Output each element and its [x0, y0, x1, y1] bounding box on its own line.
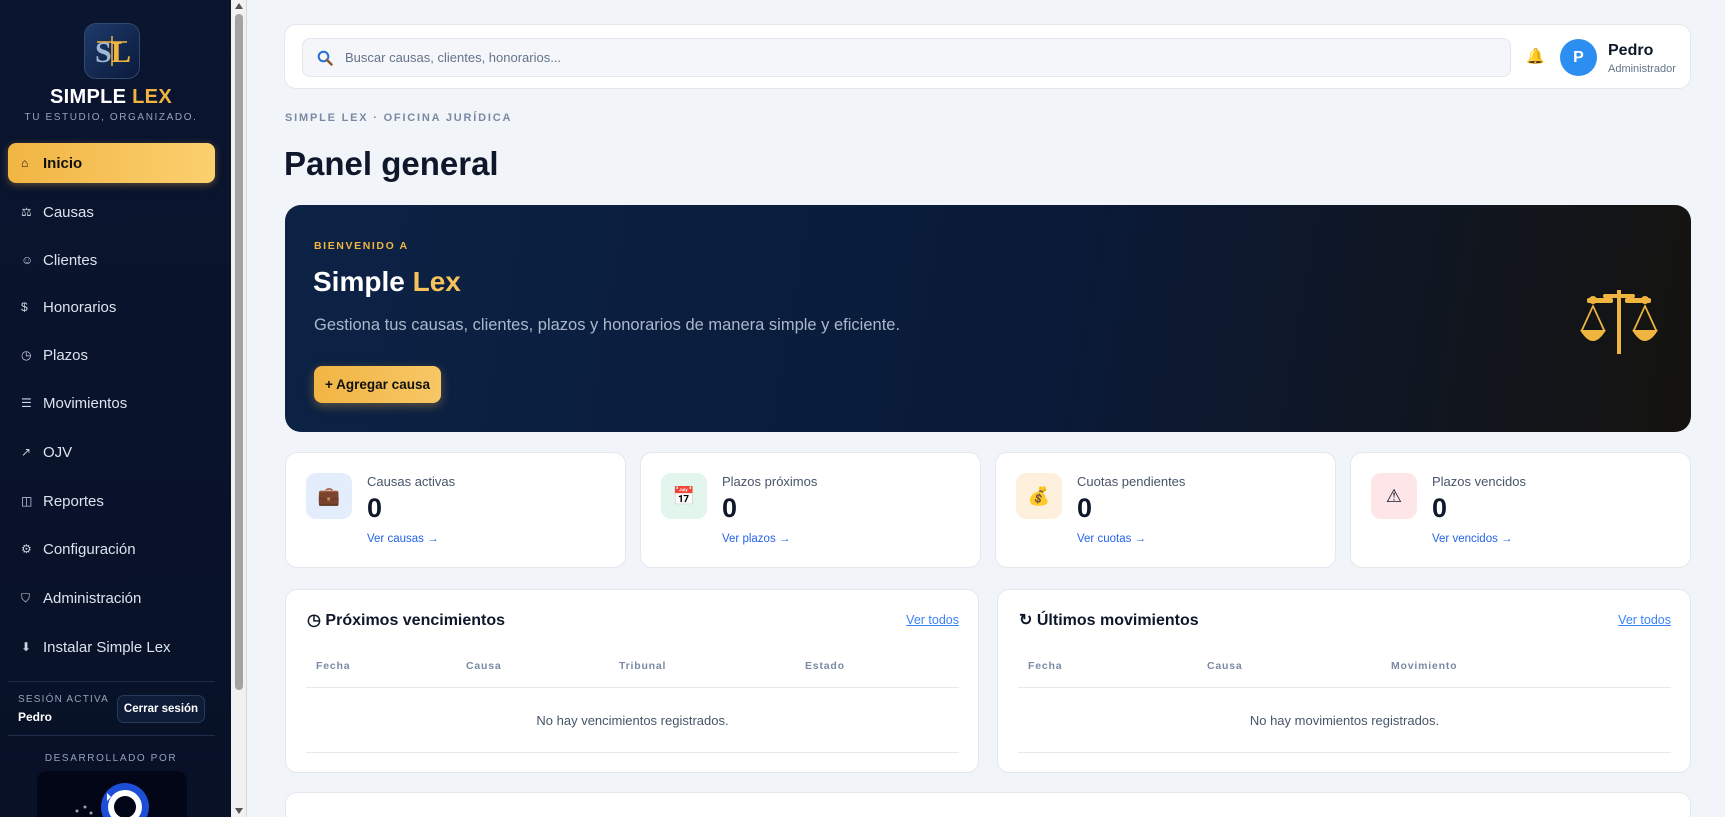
welcome-title: Simple Lex: [313, 266, 461, 297]
refresh-icon: ↻: [1019, 612, 1033, 629]
view-expired-link[interactable]: Ver vencidos →: [1432, 533, 1513, 545]
briefcase-icon: 💼: [306, 473, 352, 519]
logout-button[interactable]: Cerrar sesión: [117, 695, 205, 723]
sidebar-item-administracion[interactable]: ⛉ Administración: [8, 578, 215, 618]
column-header[interactable]: Fecha: [316, 660, 350, 672]
column-header[interactable]: Tribunal: [619, 660, 666, 672]
scrollbar-thumb[interactable]: [235, 14, 243, 690]
sidebar-item-configuracion[interactable]: ⚙ Configuración: [8, 529, 215, 569]
stat-card-upcoming-deadlines: 📅 Plazos próximos 0 Ver plazos →: [640, 452, 981, 568]
sidebar-item-honorarios[interactable]: $ Honorarios: [8, 287, 215, 327]
divider: [8, 735, 215, 736]
column-header[interactable]: Estado: [805, 660, 845, 672]
table-header: Fecha Causa Tribunal Estado: [306, 660, 959, 688]
column-header[interactable]: Fecha: [1028, 660, 1062, 672]
dollar-icon: $: [21, 300, 28, 314]
developer-logo-icon: [75, 783, 149, 817]
breadcrumb: SIMPLE LEX · OFICINA JURÍDICA: [285, 112, 513, 124]
view-fees-link[interactable]: Ver cuotas →: [1077, 533, 1146, 545]
stat-label: Plazos próximos: [722, 474, 818, 489]
welcome-banner: BIENVENIDO A Simple Lex Gestiona tus cau…: [285, 205, 1691, 432]
sidebar-item-inicio[interactable]: ⌂ Inicio: [8, 143, 215, 183]
stat-value: 0: [1432, 493, 1448, 523]
briefcase-icon: ⚖: [21, 205, 32, 219]
panel-title: ◷ Próximos vencimientos: [307, 612, 506, 629]
scales-icon: [1580, 290, 1658, 354]
sidebar-item-reportes[interactable]: ◫ Reportes: [8, 481, 215, 521]
recent-movements-panel: ↻ Últimos movimientos Ver todos Fecha Ca…: [997, 589, 1691, 773]
money-bag-icon: 💰: [1016, 473, 1062, 519]
stat-card-expired-deadlines: ⚠ Plazos vencidos 0 Ver vencidos →: [1350, 452, 1691, 568]
page-title: Panel general: [284, 145, 499, 182]
user-role: Administrador: [1608, 63, 1676, 75]
stat-value: 0: [722, 493, 738, 523]
clock-icon: ◷: [307, 612, 321, 629]
empty-state: No hay movimientos registrados.: [1018, 688, 1671, 753]
svg-text:S: S: [95, 36, 112, 69]
scales-logo-icon: S L: [95, 36, 131, 69]
column-header[interactable]: Causa: [1207, 660, 1243, 672]
upcoming-deadlines-panel: ◷ Próximos vencimientos Ver todos Fecha …: [285, 589, 979, 773]
sidebar-item-plazos[interactable]: ◷ Plazos: [8, 335, 215, 375]
warning-icon: ⚠: [1371, 473, 1417, 519]
add-case-button[interactable]: + Agregar causa: [314, 366, 441, 403]
brand-name: SIMPLE LEX: [50, 86, 172, 108]
developed-by-label: DESARROLLADO POR: [44, 753, 178, 764]
sidebar-scrollbar[interactable]: [231, 0, 247, 817]
developer-logo: [37, 771, 187, 817]
welcome-kicker: BIENVENIDO A: [314, 240, 409, 252]
stat-card-pending-fees: 💰 Cuotas pendientes 0 Ver cuotas →: [995, 452, 1336, 568]
scroll-up-arrow-icon[interactable]: [235, 3, 243, 9]
session-label: SESIÓN ACTIVA: [18, 694, 109, 705]
external-link-icon: ↗: [21, 445, 32, 459]
view-deadlines-link[interactable]: Ver plazos →: [722, 533, 790, 545]
welcome-description: Gestiona tus causas, clientes, plazos y …: [314, 316, 901, 334]
avatar[interactable]: P: [1560, 39, 1597, 76]
brand-tagline: TU ESTUDIO, ORGANIZADO.: [24, 112, 198, 123]
next-section-card: [285, 792, 1691, 817]
column-header[interactable]: Causa: [466, 660, 502, 672]
search-icon: [317, 50, 333, 66]
panel-title: ↻ Últimos movimientos: [1019, 612, 1199, 629]
svg-text:L: L: [111, 36, 131, 69]
list-icon: ☰: [21, 396, 32, 410]
report-icon: ◫: [21, 494, 33, 508]
divider: [8, 681, 215, 682]
sidebar-item-ojv[interactable]: ↗ OJV: [8, 432, 215, 472]
sidebar: S L SIMPLE LEX TU ESTUDIO, ORGANIZADO. ⌂…: [0, 0, 231, 817]
download-icon: ⬇: [21, 640, 32, 654]
stat-label: Cuotas pendientes: [1077, 474, 1186, 489]
sidebar-item-clientes[interactable]: ☺ Clientes: [8, 240, 215, 280]
stat-label: Plazos vencidos: [1432, 474, 1526, 489]
column-header[interactable]: Movimiento: [1391, 660, 1457, 672]
home-icon: ⌂: [21, 156, 29, 170]
stat-value: 0: [1077, 493, 1093, 523]
session-user: Pedro: [18, 710, 53, 724]
bell-icon[interactable]: 🔔: [1526, 47, 1545, 65]
search-box[interactable]: [302, 38, 1511, 77]
view-all-deadlines-link[interactable]: Ver todos: [906, 613, 959, 627]
top-bar: 🔔 P Pedro Administrador: [284, 24, 1691, 89]
sidebar-item-instalar[interactable]: ⬇ Instalar Simple Lex: [8, 627, 215, 667]
stat-card-active-cases: 💼 Causas activas 0 Ver causas →: [285, 452, 626, 568]
empty-state: No hay vencimientos registrados.: [306, 688, 959, 753]
clock-icon: ◷: [21, 348, 32, 362]
user-name: Pedro: [1608, 42, 1654, 59]
stat-label: Causas activas: [367, 474, 456, 489]
app-logo: S L: [84, 23, 140, 79]
calendar-icon: 📅: [661, 473, 707, 519]
view-all-movements-link[interactable]: Ver todos: [1618, 613, 1671, 627]
view-cases-link[interactable]: Ver causas →: [367, 533, 439, 545]
sidebar-item-causas[interactable]: ⚖ Causas: [8, 192, 215, 232]
scroll-down-arrow-icon[interactable]: [235, 808, 243, 814]
table-header: Fecha Causa Movimiento: [1018, 660, 1671, 688]
session-info: SESIÓN ACTIVA Pedro: [18, 694, 109, 724]
gear-icon: ⚙: [21, 542, 32, 556]
stat-value: 0: [367, 493, 383, 523]
search-input[interactable]: [345, 50, 1445, 65]
shield-icon: ⛉: [21, 590, 31, 605]
sidebar-item-movimientos[interactable]: ☰ Movimientos: [8, 383, 215, 423]
user-icon: ☺: [21, 253, 34, 267]
